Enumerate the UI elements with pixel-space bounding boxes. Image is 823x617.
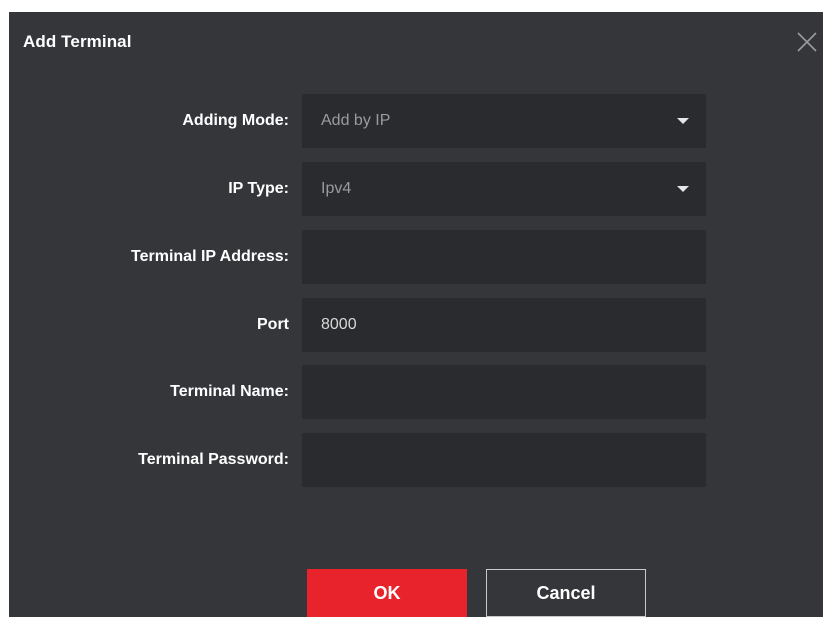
chevron-down-icon [677,118,689,124]
close-icon[interactable] [796,31,818,53]
port-row: Port 8000 [9,298,823,352]
ip-type-label: IP Type: [228,180,289,197]
port-label: Port [257,316,289,333]
ok-button[interactable]: OK [307,569,467,617]
terminal-ip-label: Terminal IP Address: [131,248,289,265]
ip-type-select[interactable]: Ipv4 [302,162,706,216]
terminal-name-row: Terminal Name: [9,365,823,419]
add-terminal-dialog: Add Terminal Adding Mode: Add by IP IP T… [9,12,823,617]
port-input[interactable]: 8000 [302,298,706,352]
adding-mode-select[interactable]: Add by IP [302,94,706,148]
terminal-name-label: Terminal Name: [170,383,289,400]
adding-mode-label: Adding Mode: [182,112,289,129]
cancel-button[interactable]: Cancel [486,569,646,617]
adding-mode-value: Add by IP [321,112,391,129]
terminal-password-input[interactable] [302,433,706,487]
terminal-name-input[interactable] [302,365,706,419]
terminal-password-label: Terminal Password: [138,451,289,468]
dialog-title: Add Terminal [23,32,132,51]
adding-mode-row: Adding Mode: Add by IP [9,94,823,148]
chevron-down-icon [677,186,689,192]
terminal-password-row: Terminal Password: [9,433,823,487]
terminal-ip-input[interactable] [302,230,706,284]
terminal-ip-row: Terminal IP Address: [9,230,823,284]
ip-type-value: Ipv4 [321,180,352,197]
ip-type-row: IP Type: Ipv4 [9,162,823,216]
